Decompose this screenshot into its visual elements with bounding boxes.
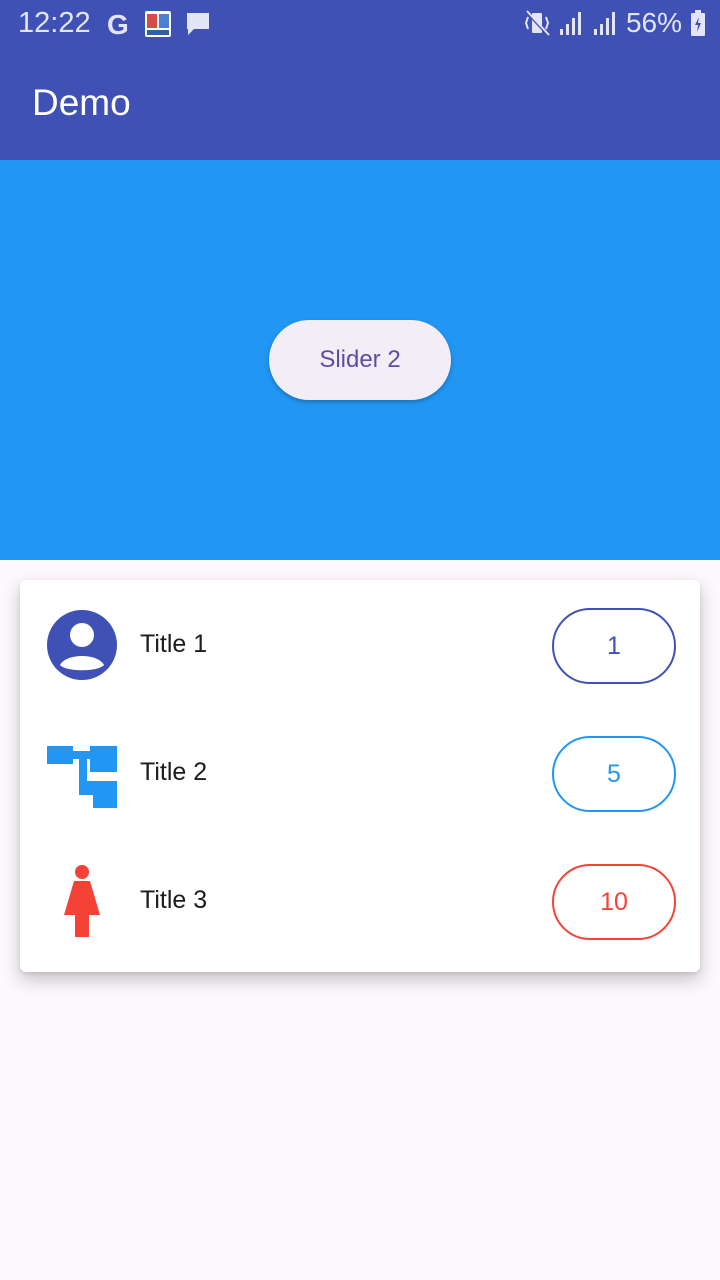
status-notification-icons: G — [106, 9, 212, 39]
list-card: Title 1 1 Title 2 5 Title 3 10 — [20, 580, 700, 972]
count-button[interactable]: 10 — [552, 864, 676, 940]
svg-text:G: G — [107, 9, 129, 39]
woman-icon — [64, 865, 100, 937]
list-item-title: Title 1 — [140, 630, 208, 658]
list-item-title: Title 2 — [140, 758, 208, 786]
message-icon — [187, 13, 209, 35]
slider-button[interactable]: Slider 2 — [269, 320, 451, 400]
list-item[interactable]: Title 3 10 — [20, 836, 700, 964]
list-item[interactable]: Title 2 5 — [20, 708, 700, 836]
slider-carousel[interactable]: Slider 2 — [0, 160, 720, 560]
app-title: Demo — [32, 82, 131, 123]
google-icon: G — [107, 9, 129, 39]
account-circle-icon — [47, 610, 117, 680]
battery-charging-icon — [691, 10, 705, 36]
app-bar: Demo — [0, 50, 720, 160]
news-app-icon — [145, 11, 171, 37]
status-bar: 12:22 G 56% — [0, 0, 720, 50]
status-time: 12:22 — [18, 7, 91, 39]
signal-icon — [559, 12, 581, 35]
vibrate-icon — [524, 9, 550, 37]
account-tree-icon — [47, 746, 117, 808]
list-item-title: Title 3 — [140, 886, 208, 914]
count-button[interactable]: 5 — [552, 736, 676, 812]
list-item[interactable]: Title 1 1 — [20, 580, 700, 708]
status-system-icons: 56% — [524, 7, 706, 39]
battery-percentage: 56% — [625, 7, 682, 38]
count-button[interactable]: 1 — [552, 608, 676, 684]
signal-icon — [593, 12, 615, 35]
